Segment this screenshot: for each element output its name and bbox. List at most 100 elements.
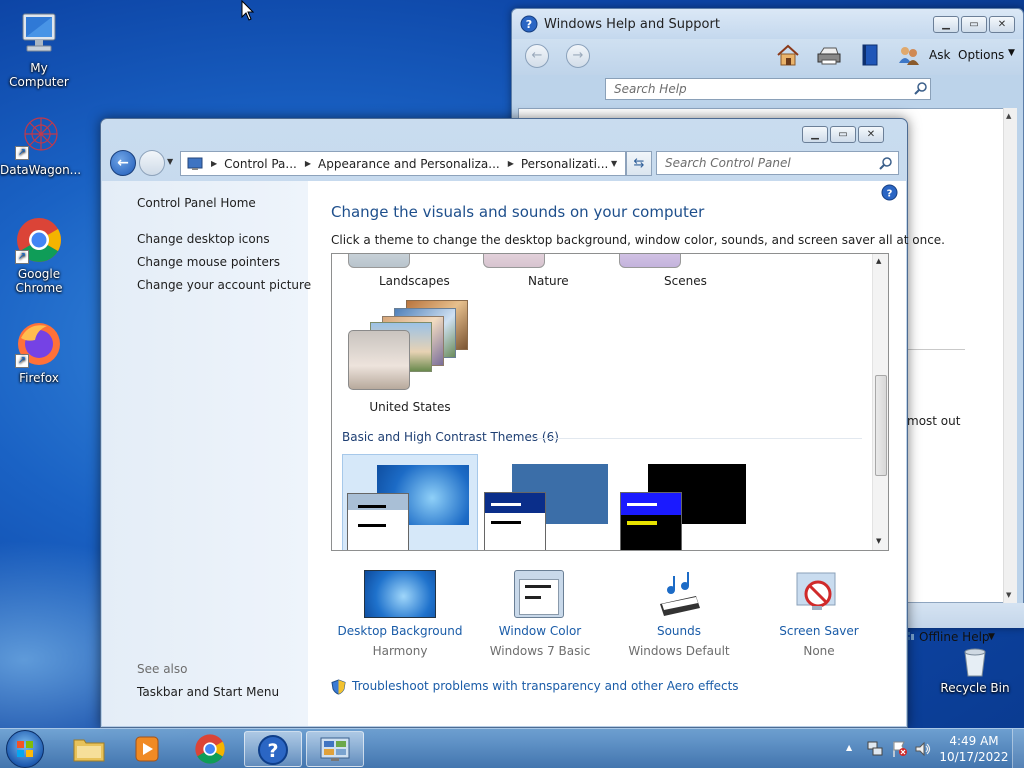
taskbar-explorer-button[interactable] (60, 731, 118, 767)
theme-windows-7-basic[interactable] (342, 454, 478, 550)
page-description: Click a theme to change the desktop back… (331, 233, 945, 247)
chevron-down-icon[interactable]: ▼ (988, 632, 995, 642)
maximize-button[interactable]: ▭ (830, 126, 856, 143)
chevron-down-icon[interactable]: ▼ (1008, 48, 1015, 58)
theme-thumbnail-united-states[interactable] (346, 300, 468, 396)
folder-icon (73, 739, 105, 762)
theme-label-nature[interactable]: Nature (492, 274, 602, 288)
taskbar-chrome-button[interactable] (182, 731, 240, 767)
theme-high-contrast[interactable] (620, 454, 756, 550)
taskbar-and-start-menu-link[interactable]: Taskbar and Start Menu (137, 685, 279, 699)
svg-text:?: ? (526, 18, 532, 31)
window-color-link[interactable]: Window Color (470, 624, 610, 638)
theme-thumbnail-landscapes[interactable] (348, 254, 410, 268)
screen-saver-icon (796, 572, 836, 610)
clock-time: 4:49 AM (949, 734, 999, 748)
taskbar-media-player-button[interactable] (118, 731, 176, 767)
theme-list-scrollbar[interactable]: ▲ ▼ (872, 254, 888, 550)
minimize-button[interactable]: ▁ (802, 126, 828, 143)
help-partial-text: most out (907, 414, 961, 428)
start-button[interactable] (6, 730, 44, 768)
theme-label-scenes[interactable]: Scenes (632, 274, 742, 288)
address-history-chevron-icon[interactable]: ▼ (611, 159, 617, 168)
sounds-value: Windows Default (628, 644, 730, 658)
taskbar-help-button[interactable]: ? (244, 731, 302, 767)
chrome-icon: ↗ (15, 216, 63, 264)
print-icon[interactable] (816, 44, 842, 66)
shield-icon (331, 679, 346, 695)
theme-windows-classic[interactable] (482, 454, 618, 550)
help-scroll-down-icon[interactable]: ▼ (1006, 591, 1011, 599)
close-button[interactable]: ✕ (858, 126, 884, 143)
breadcrumb-appearance[interactable]: Appearance and Personaliza... (318, 157, 500, 171)
close-button[interactable]: ✕ (989, 16, 1015, 33)
change-desktop-icons-link[interactable]: Change desktop icons (137, 232, 270, 246)
ask-icon[interactable] (897, 43, 921, 67)
desktop-background-link[interactable]: Desktop Background (330, 624, 470, 638)
forward-button[interactable]: → (566, 44, 590, 68)
screen-saver-link[interactable]: Screen Saver (750, 624, 888, 638)
help-scroll-up-icon[interactable]: ▲ (1006, 112, 1011, 120)
maximize-button[interactable]: ▭ (961, 16, 987, 33)
offline-help-button[interactable]: Offline Help (919, 630, 990, 644)
desktop-icon-label: My Computer (9, 61, 69, 89)
options-menu[interactable]: Options (958, 48, 1004, 62)
breadcrumb-personalization[interactable]: Personalizati... (521, 157, 608, 171)
clock[interactable]: 4:49 AM 10/17/2022 (938, 733, 1010, 765)
window-title: Windows Help and Support (544, 16, 720, 32)
desktop-icon-label: Google Chrome (15, 267, 63, 295)
browse-help-icon[interactable] (859, 43, 881, 67)
network-icon[interactable] (866, 740, 884, 758)
troubleshoot-aero-link[interactable]: Troubleshoot problems with transparency … (352, 679, 739, 693)
change-mouse-pointers-link[interactable]: Change mouse pointers (137, 255, 280, 269)
recent-pages-chevron-icon[interactable]: ▼ (167, 157, 173, 166)
theme-label-united-states[interactable]: United States (346, 400, 474, 414)
control-panel-search-input[interactable]: Search Control Panel (656, 151, 899, 175)
show-hidden-icons-icon[interactable]: ▲ (846, 743, 852, 752)
scroll-up-icon[interactable]: ▲ (876, 257, 881, 265)
taskbar-control-panel-button[interactable] (306, 731, 364, 767)
see-also-label: See also (137, 662, 188, 676)
address-bar[interactable]: ▶ Control Pa... ▶ Appearance and Persona… (180, 151, 626, 176)
change-account-picture-link[interactable]: Change your account picture (137, 278, 311, 292)
desktop-icon-datawagon[interactable]: ↗ DataWagon... (0, 112, 81, 177)
breadcrumb-separator-icon[interactable]: ▶ (305, 159, 311, 168)
desktop-icon-google-chrome[interactable]: ↗ Google Chrome (0, 216, 78, 295)
help-icon: ? (520, 15, 538, 33)
desktop-background-value: Harmony (372, 644, 428, 658)
theme-list[interactable]: Landscapes Nature Scenes United States B… (331, 253, 889, 551)
ask-menu[interactable]: Ask (929, 48, 950, 62)
breadcrumb-separator-icon[interactable]: ▶ (508, 159, 514, 168)
control-panel-home-link[interactable]: Control Panel Home (137, 196, 256, 210)
window-color-icon (514, 570, 564, 618)
clock-date: 10/17/2022 (939, 750, 1009, 764)
action-center-flag-icon[interactable] (891, 740, 909, 758)
help-scrollbar[interactable] (1003, 108, 1017, 603)
help-search-input[interactable]: Search Help (605, 78, 931, 100)
windows-logo-icon (17, 741, 33, 757)
minimize-button[interactable]: ▁ (933, 16, 959, 33)
control-panel-icon (187, 157, 203, 170)
back-button[interactable]: ← (110, 150, 136, 176)
theme-thumbnail-nature[interactable] (483, 254, 545, 268)
volume-icon[interactable] (914, 740, 932, 758)
search-icon[interactable] (879, 156, 893, 170)
search-icon[interactable] (914, 81, 928, 95)
show-desktop-button[interactable] (1012, 729, 1024, 768)
desktop-icon-my-computer[interactable]: My Computer (0, 10, 78, 89)
help-icon[interactable]: ? (881, 184, 898, 201)
taskbar: ? ▲ 4:49 AM 10/17/2022 (0, 728, 1024, 768)
forward-button[interactable] (139, 150, 165, 176)
sounds-link[interactable]: Sounds (610, 624, 748, 638)
scroll-thumb[interactable] (875, 375, 887, 476)
refresh-button[interactable]: ⇆ (626, 151, 652, 176)
desktop-icon-recycle-bin[interactable]: Recycle Bin (936, 648, 1014, 695)
theme-thumbnail-scenes[interactable] (619, 254, 681, 268)
theme-label-landscapes[interactable]: Landscapes (348, 274, 472, 288)
desktop-icon-firefox[interactable]: ↗ Firefox (0, 320, 78, 385)
desktop-icon-label: Recycle Bin (940, 681, 1010, 695)
back-button[interactable]: ← (525, 44, 549, 68)
breadcrumb-control-panel[interactable]: Control Pa... (224, 157, 297, 171)
home-icon[interactable] (775, 43, 801, 67)
scroll-down-icon[interactable]: ▼ (876, 537, 881, 545)
